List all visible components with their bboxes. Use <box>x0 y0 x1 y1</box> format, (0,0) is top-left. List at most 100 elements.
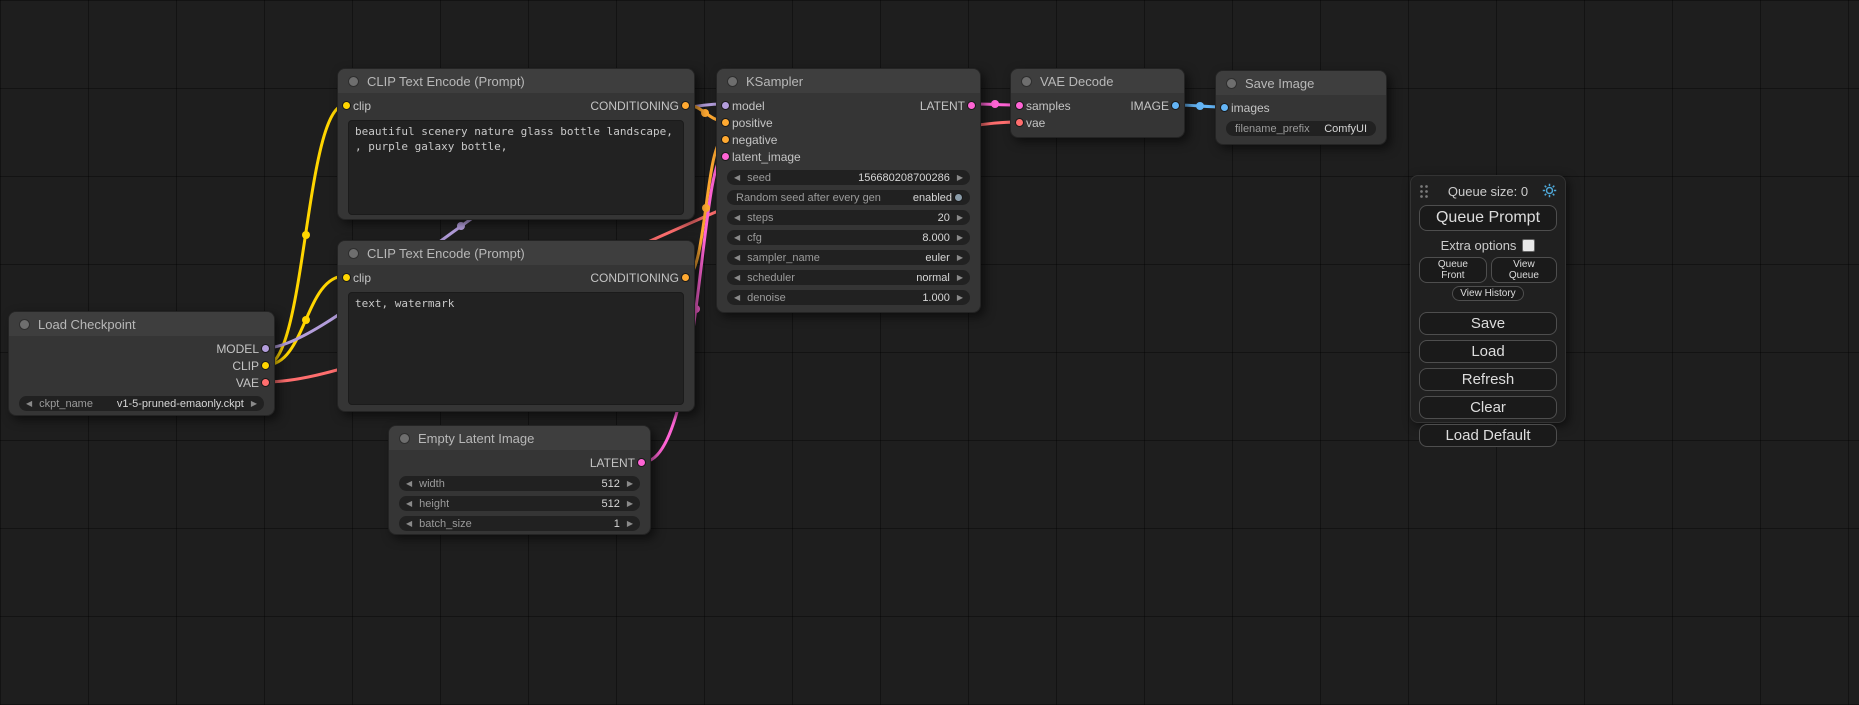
arrow-right-icon[interactable]: ▶ <box>251 400 257 408</box>
arrow-right-icon[interactable]: ▶ <box>957 294 963 302</box>
widget-scheduler[interactable]: ◀ scheduler normal ▶ <box>727 270 970 285</box>
input-label: clip <box>353 271 371 285</box>
arrow-left-icon[interactable]: ◀ <box>734 234 740 242</box>
view-queue-button[interactable]: View Queue <box>1491 257 1557 283</box>
node-empty-latent-image[interactable]: Empty Latent Image LATENT ◀ width 512 ▶ … <box>388 425 651 535</box>
arrow-left-icon[interactable]: ◀ <box>406 500 412 508</box>
arrow-left-icon[interactable]: ◀ <box>734 294 740 302</box>
widget-denoise[interactable]: ◀ denoise 1.000 ▶ <box>727 290 970 305</box>
output-dot-conditioning[interactable] <box>681 273 690 282</box>
arrow-left-icon[interactable]: ◀ <box>734 254 740 262</box>
clear-button[interactable]: Clear <box>1419 396 1557 419</box>
widget-label: batch_size <box>419 518 472 530</box>
save-button[interactable]: Save <box>1419 312 1557 335</box>
node-ksampler[interactable]: KSampler model LATENT positive negative … <box>716 68 981 313</box>
arrow-right-icon[interactable]: ▶ <box>627 480 633 488</box>
input-dot-samples[interactable] <box>1015 101 1024 110</box>
arrow-right-icon[interactable]: ▶ <box>957 174 963 182</box>
widget-value: euler <box>925 252 949 264</box>
queue-prompt-button[interactable]: Queue Prompt <box>1419 205 1557 231</box>
collapse-dot-icon[interactable] <box>1021 76 1032 87</box>
node-titlebar[interactable]: Load Checkpoint <box>9 312 274 336</box>
node-clip-text-encode-negative[interactable]: CLIP Text Encode (Prompt) clip CONDITION… <box>337 240 695 412</box>
collapse-dot-icon[interactable] <box>1226 78 1237 89</box>
arrow-right-icon[interactable]: ▶ <box>957 234 963 242</box>
input-dot-vae[interactable] <box>1015 118 1024 127</box>
view-history-button[interactable]: View History <box>1452 286 1523 301</box>
widget-cfg[interactable]: ◀ cfg 8.000 ▶ <box>727 230 970 245</box>
widget-label: width <box>419 478 445 490</box>
arrow-left-icon[interactable]: ◀ <box>26 400 32 408</box>
toggle-dot-icon[interactable] <box>954 193 963 202</box>
link-midpoint-dot <box>302 231 310 239</box>
extra-options-checkbox[interactable] <box>1522 239 1535 252</box>
node-titlebar[interactable]: Save Image <box>1216 71 1386 95</box>
widget-ckpt-name[interactable]: ◀ ckpt_name v1-5-pruned-emaonly.ckpt ▶ <box>19 396 264 411</box>
arrow-left-icon[interactable]: ◀ <box>734 274 740 282</box>
arrow-right-icon[interactable]: ▶ <box>627 500 633 508</box>
widget-sampler-name[interactable]: ◀ sampler_name euler ▶ <box>727 250 970 265</box>
output-dot-model[interactable] <box>261 344 270 353</box>
link-midpoint-dot <box>1196 102 1204 110</box>
input-label: vae <box>1026 116 1045 130</box>
widget-steps[interactable]: ◀ steps 20 ▶ <box>727 210 970 225</box>
node-clip-text-encode-positive[interactable]: CLIP Text Encode (Prompt) clip CONDITION… <box>337 68 695 220</box>
output-dot-latent[interactable] <box>637 458 646 467</box>
slot-row: model LATENT <box>717 97 980 114</box>
prompt-text-input[interactable]: text, watermark <box>348 292 684 405</box>
refresh-button[interactable]: Refresh <box>1419 368 1557 391</box>
collapse-dot-icon[interactable] <box>399 433 410 444</box>
output-label: CONDITIONING <box>590 99 679 113</box>
node-save-image[interactable]: Save Image images filename_prefix ComfyU… <box>1215 70 1387 145</box>
arrow-right-icon[interactable]: ▶ <box>957 274 963 282</box>
input-dot-latent-image[interactable] <box>721 152 730 161</box>
node-titlebar[interactable]: Empty Latent Image <box>389 426 650 450</box>
collapse-dot-icon[interactable] <box>348 76 359 87</box>
widget-filename-prefix[interactable]: filename_prefix ComfyUI <box>1226 121 1376 136</box>
output-dot-image[interactable] <box>1171 101 1180 110</box>
collapse-dot-icon[interactable] <box>727 76 738 87</box>
widget-random-seed-toggle[interactable]: Random seed after every gen enabled <box>727 190 970 205</box>
collapse-dot-icon[interactable] <box>19 319 30 330</box>
node-titlebar[interactable]: VAE Decode <box>1011 69 1184 93</box>
collapse-dot-icon[interactable] <box>348 248 359 259</box>
widget-batch-size[interactable]: ◀ batch_size 1 ▶ <box>399 516 640 531</box>
node-titlebar[interactable]: KSampler <box>717 69 980 93</box>
output-dot-latent[interactable] <box>967 101 976 110</box>
input-dot-positive[interactable] <box>721 118 730 127</box>
settings-gear-icon[interactable] <box>1542 183 1557 198</box>
widget-width[interactable]: ◀ width 512 ▶ <box>399 476 640 491</box>
arrow-left-icon[interactable]: ◀ <box>406 520 412 528</box>
input-dot-clip[interactable] <box>342 101 351 110</box>
extra-options-label: Extra options <box>1441 238 1517 253</box>
arrow-left-icon[interactable]: ◀ <box>734 214 740 222</box>
arrow-right-icon[interactable]: ▶ <box>957 214 963 222</box>
input-dot-images[interactable] <box>1220 103 1229 112</box>
output-dot-clip[interactable] <box>261 361 270 370</box>
arrow-right-icon[interactable]: ▶ <box>627 520 633 528</box>
node-title: KSampler <box>746 74 803 89</box>
load-button[interactable]: Load <box>1419 340 1557 363</box>
node-graph-canvas[interactable]: Load Checkpoint MODEL CLIP VAE ◀ ckpt_na… <box>0 0 1859 705</box>
arrow-left-icon[interactable]: ◀ <box>406 480 412 488</box>
node-load-checkpoint[interactable]: Load Checkpoint MODEL CLIP VAE ◀ ckpt_na… <box>8 311 275 416</box>
drag-handle-icon[interactable] <box>1419 184 1430 198</box>
widget-seed[interactable]: ◀ seed 156680208700286 ▶ <box>727 170 970 185</box>
arrow-right-icon[interactable]: ▶ <box>957 254 963 262</box>
input-label: clip <box>353 99 371 113</box>
output-dot-conditioning[interactable] <box>681 101 690 110</box>
input-dot-clip[interactable] <box>342 273 351 282</box>
input-dot-negative[interactable] <box>721 135 730 144</box>
node-titlebar[interactable]: CLIP Text Encode (Prompt) <box>338 241 694 265</box>
queue-front-button[interactable]: Queue Front <box>1419 257 1487 283</box>
queue-size-label: Queue size: 0 <box>1448 184 1528 199</box>
load-default-button[interactable]: Load Default <box>1419 424 1557 447</box>
input-dot-model[interactable] <box>721 101 730 110</box>
link-midpoint-dot <box>701 109 709 117</box>
widget-height[interactable]: ◀ height 512 ▶ <box>399 496 640 511</box>
node-vae-decode[interactable]: VAE Decode samples IMAGE vae <box>1010 68 1185 138</box>
prompt-text-input[interactable]: beautiful scenery nature glass bottle la… <box>348 120 684 215</box>
arrow-left-icon[interactable]: ◀ <box>734 174 740 182</box>
output-dot-vae[interactable] <box>261 378 270 387</box>
node-titlebar[interactable]: CLIP Text Encode (Prompt) <box>338 69 694 93</box>
